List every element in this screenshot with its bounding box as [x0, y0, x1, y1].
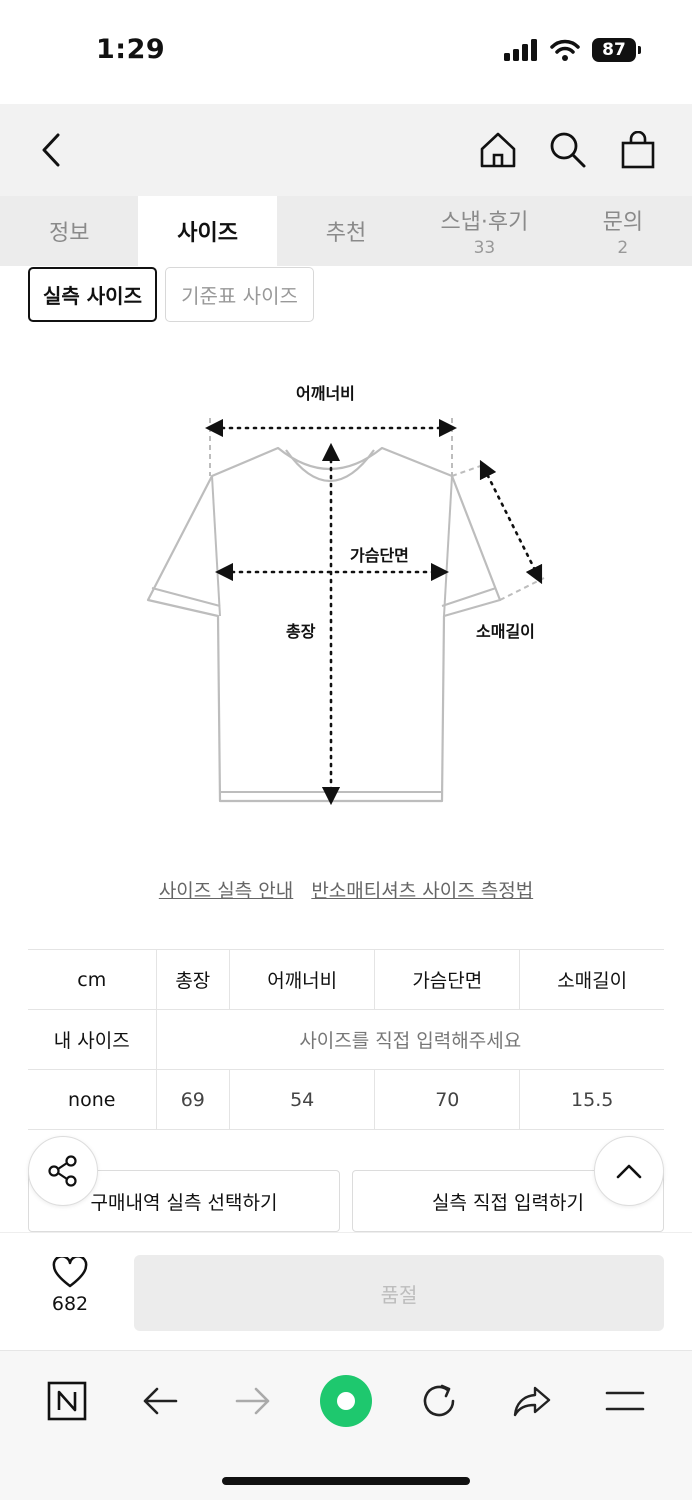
scroll-top-button[interactable] — [594, 1136, 664, 1206]
green-dot-icon — [319, 1375, 372, 1427]
tab-snap-review[interactable]: 스냅·후기 33 — [415, 196, 553, 266]
tab-label: 추천 — [325, 221, 367, 246]
my-size-row: 내 사이즈 사이즈를 직접 입력해주세요 — [28, 1009, 664, 1070]
cart-button[interactable] — [616, 128, 660, 172]
size-action-row: 구매내역 실측 선택하기 실측 직접 입력하기 — [28, 1170, 664, 1232]
share-button[interactable] — [28, 1136, 98, 1206]
table-row: none 69 54 70 15.5 — [28, 1069, 664, 1130]
arrow-right-icon — [235, 1387, 270, 1415]
purchase-bar: 682 품절 — [0, 1232, 692, 1350]
arrow-left-icon — [143, 1387, 178, 1415]
tab-recommend[interactable]: 추천 — [277, 196, 415, 266]
browser-forward-button[interactable] — [225, 1373, 281, 1429]
tab-inquiry[interactable]: 문의 2 — [554, 196, 692, 266]
size-type-toggle: 실측 사이즈 기준표 사이즈 — [28, 267, 314, 322]
home-icon — [480, 132, 516, 168]
my-size-input-prompt[interactable]: 사이즈를 직접 입력해주세요 — [155, 1009, 664, 1070]
table-cell: 15.5 — [519, 1069, 664, 1130]
tab-count: 2 — [617, 238, 629, 258]
size-table: cm 총장 어깨너비 가슴단면 소매길이 내 사이즈 사이즈를 직접 입력해주세… — [28, 949, 664, 1130]
tab-label: 정보 — [48, 221, 90, 246]
size-guide-links: 사이즈 실측 안내 반소매티셔츠 사이즈 측정법 — [0, 876, 692, 903]
browser-toolbar — [0, 1350, 692, 1500]
product-tabs: 정보 사이즈 추천 스냅·후기 33 문의 2 — [0, 196, 692, 266]
green-dot-button[interactable] — [318, 1373, 374, 1429]
table-header-row: cm 총장 어깨너비 가슴단면 소매길이 — [28, 949, 664, 1010]
wifi-icon — [550, 39, 580, 61]
menu-icon — [606, 1391, 645, 1411]
table-header-cell: cm — [28, 949, 156, 1010]
shopping-bag-icon — [621, 131, 655, 169]
size-row-label: none — [28, 1069, 156, 1130]
browser-share-button[interactable] — [504, 1373, 560, 1429]
tab-label: 문의 — [602, 210, 644, 235]
size-guide-link[interactable]: 사이즈 실측 안내 — [159, 880, 293, 902]
tab-count: 33 — [473, 238, 496, 258]
search-button[interactable] — [546, 128, 590, 172]
table-cell: 69 — [155, 1069, 230, 1130]
battery-indicator: 87 — [592, 38, 641, 62]
my-size-label: 내 사이즈 — [28, 1009, 156, 1070]
menu-button[interactable] — [597, 1373, 653, 1429]
table-header-cell: 어깨너비 — [229, 949, 375, 1010]
share-icon — [48, 1155, 77, 1187]
signal-icon — [504, 39, 537, 61]
tab-info[interactable]: 정보 — [0, 196, 138, 266]
nav-header — [0, 104, 692, 196]
chevron-left-icon — [42, 133, 60, 167]
like-button[interactable]: 682 — [40, 1257, 100, 1315]
standard-size-button[interactable]: 기준표 사이즈 — [165, 267, 314, 322]
naver-n-icon — [47, 1381, 86, 1421]
sleeve-label: 소매길이 — [476, 622, 535, 641]
share-arrow-icon — [514, 1386, 551, 1417]
status-bar: 1:29 87 — [0, 0, 692, 104]
refresh-button[interactable] — [411, 1373, 467, 1429]
actual-size-button[interactable]: 실측 사이즈 — [28, 267, 157, 322]
browser-back-button[interactable] — [132, 1373, 188, 1429]
home-button[interactable] — [476, 128, 520, 172]
soldout-button[interactable]: 품절 — [134, 1255, 664, 1331]
tab-label: 사이즈 — [177, 221, 238, 246]
table-header-cell: 총장 — [155, 949, 230, 1010]
tshirt-illustration — [146, 418, 545, 806]
table-cell: 70 — [374, 1069, 520, 1130]
home-indicator — [222, 1477, 470, 1485]
chest-label: 가슴단면 — [350, 546, 409, 565]
back-button[interactable] — [36, 132, 66, 168]
table-header-cell: 소매길이 — [519, 949, 664, 1010]
tab-label: 스냅·후기 — [440, 210, 529, 235]
measure-method-link[interactable]: 반소매티셔츠 사이즈 측정법 — [311, 880, 533, 902]
naver-home-button[interactable] — [39, 1373, 95, 1429]
heart-icon — [52, 1257, 88, 1288]
chevron-up-icon — [616, 1164, 642, 1179]
status-icons: 87 — [504, 38, 641, 62]
search-icon — [550, 132, 586, 168]
shoulder-label: 어깨너비 — [296, 384, 355, 403]
tab-size[interactable]: 사이즈 — [138, 196, 277, 266]
refresh-icon — [423, 1384, 455, 1417]
length-label: 총장 — [286, 622, 316, 641]
status-time: 1:29 — [96, 34, 166, 65]
like-count: 682 — [51, 1293, 89, 1315]
table-cell: 54 — [229, 1069, 375, 1130]
measurement-diagram: 어깨너비 가슴단면 총장 소매길이 — [140, 360, 560, 820]
table-header-cell: 가슴단면 — [374, 949, 520, 1010]
